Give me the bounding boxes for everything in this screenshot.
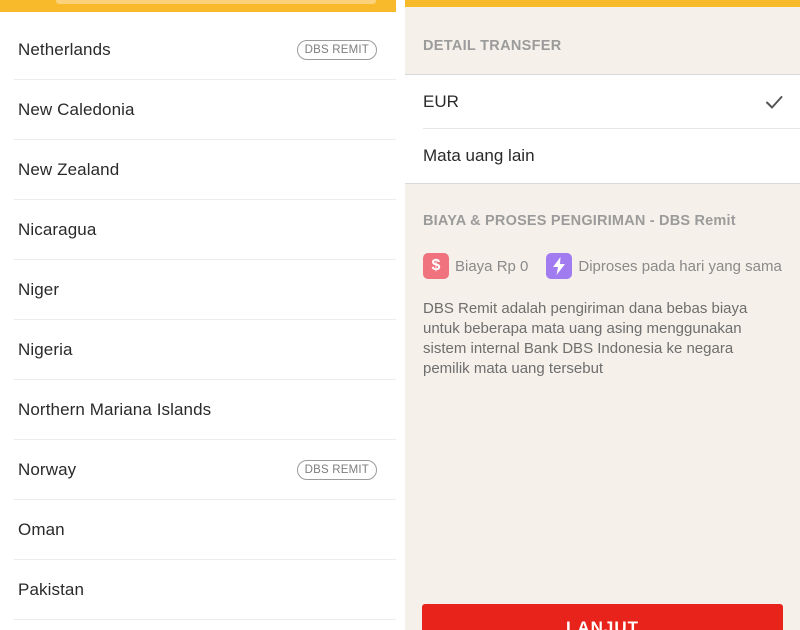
country-row-new-zealand[interactable]: New Zealand xyxy=(0,140,396,200)
country-name: Nicaragua xyxy=(18,220,97,239)
country-row-nigeria[interactable]: Nigeria xyxy=(0,320,396,380)
lightning-icon-glyph xyxy=(553,257,566,275)
country-row-netherlands[interactable]: Netherlands DBS REMIT xyxy=(0,20,396,80)
country-row-pakistan[interactable]: Pakistan xyxy=(0,560,396,620)
country-row-norway[interactable]: Norway DBS REMIT xyxy=(0,440,396,500)
fee-label: Biaya Rp 0 xyxy=(455,257,529,275)
country-row-northern-mariana-islands[interactable]: Northern Mariana Islands xyxy=(0,380,396,440)
search-field[interactable] xyxy=(56,0,376,4)
fee-item-cost: $ Biaya Rp 0 xyxy=(423,253,528,279)
remit-description: DBS Remit adalah pengiriman dana bebas b… xyxy=(423,300,748,377)
currency-options: EUR Mata uang lain xyxy=(405,74,800,184)
top-accent-bar xyxy=(405,0,800,7)
currency-label: EUR xyxy=(423,92,459,111)
country-name: Netherlands xyxy=(18,40,111,59)
country-row-nicaragua[interactable]: Nicaragua xyxy=(0,200,396,260)
currency-option-other[interactable]: Mata uang lain xyxy=(405,129,800,183)
transfer-detail-panel: DETAIL TRANSFER EUR Mata uang lain BIAYA… xyxy=(405,0,800,630)
dbs-remit-badge: DBS REMIT xyxy=(296,40,377,60)
currency-option-eur[interactable]: EUR xyxy=(405,75,800,129)
next-button[interactable]: LANJUT xyxy=(422,604,783,630)
country-name: Nigeria xyxy=(18,340,73,359)
country-row-niger[interactable]: Niger xyxy=(0,260,396,320)
lightning-icon xyxy=(546,253,573,279)
country-name: Niger xyxy=(18,280,60,299)
dbs-remit-badge: DBS REMIT xyxy=(296,460,377,480)
check-icon xyxy=(766,96,783,109)
country-name: New Caledonia xyxy=(18,100,135,119)
section-title: DETAIL TRANSFER xyxy=(423,38,562,54)
country-name: Pakistan xyxy=(18,580,85,599)
fee-label: Diproses pada hari yang sama xyxy=(578,257,782,275)
top-search-bar xyxy=(0,0,396,12)
fee-info-row: $ Biaya Rp 0 Diproses pada hari yang sam… xyxy=(423,253,800,279)
country-name: Oman xyxy=(18,520,65,539)
country-list-panel: Netherlands DBS REMIT New Caledonia New … xyxy=(0,0,396,630)
panel-divider xyxy=(396,0,405,630)
currency-label: Mata uang lain xyxy=(423,146,535,165)
country-name: New Zealand xyxy=(18,160,120,179)
country-row-new-caledonia[interactable]: New Caledonia xyxy=(0,80,396,140)
fee-section-title: BIAYA & PROSES PENGIRIMAN - DBS Remit xyxy=(423,213,736,229)
fee-item-speed: Diproses pada hari yang sama xyxy=(546,253,782,279)
country-name: Northern Mariana Islands xyxy=(18,400,212,419)
country-list: Netherlands DBS REMIT New Caledonia New … xyxy=(0,20,396,620)
country-row-oman[interactable]: Oman xyxy=(0,500,396,560)
dollar-icon: $ xyxy=(423,253,449,279)
country-name: Norway xyxy=(18,460,77,479)
